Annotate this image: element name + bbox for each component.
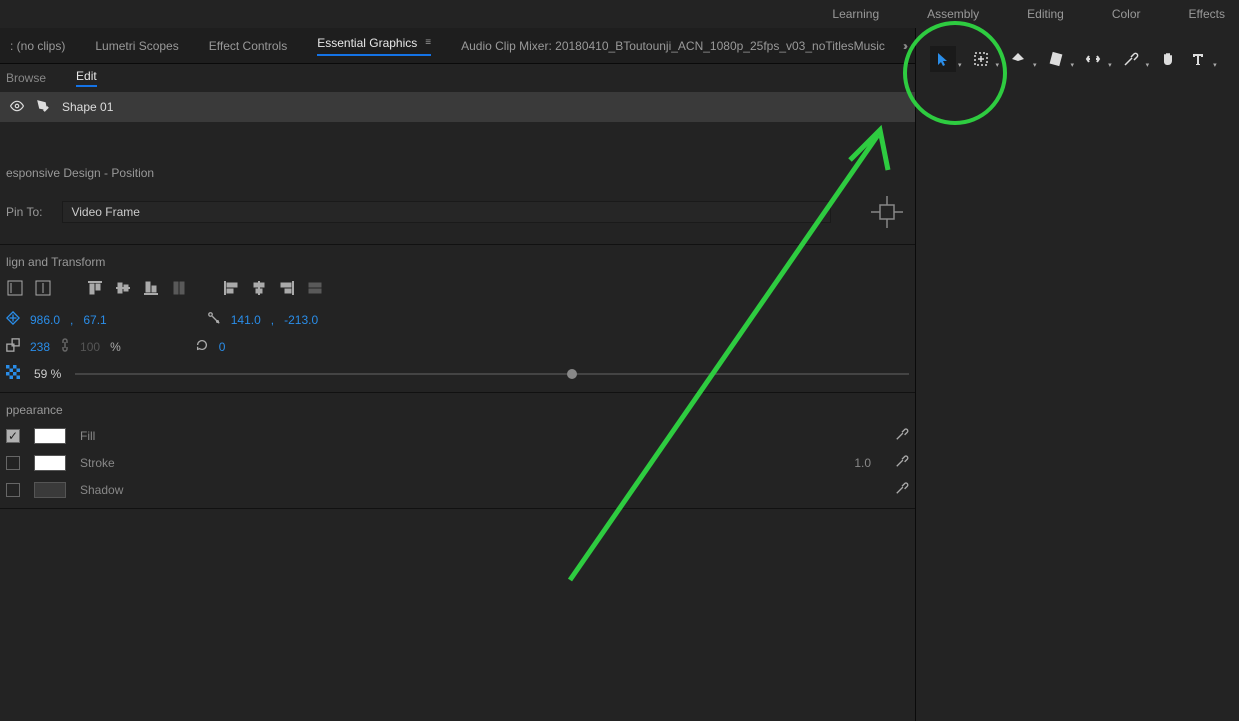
tab-audio-clip-mixer[interactable]: Audio Clip Mixer: 20180410_BToutounji_AC… (461, 39, 885, 53)
opacity-slider[interactable] (75, 373, 909, 375)
position-x[interactable]: 986.0 (30, 313, 60, 327)
shadow-label: Shadow (80, 483, 881, 497)
crop-tool-icon[interactable] (1080, 46, 1106, 72)
position-y[interactable]: 67.1 (83, 313, 106, 327)
tab-source[interactable]: : (no clips) (10, 39, 65, 53)
align-transform-section: lign and Transform 986.0, 67.1 (0, 245, 915, 393)
workspace-color[interactable]: Color (1108, 1, 1145, 27)
position-row: 986.0, 67.1 141.0, -213.0 (6, 311, 909, 328)
opacity-row: 59 % (6, 365, 909, 382)
pin-to-label: Pin To: (6, 205, 42, 219)
distribute-v-icon[interactable] (170, 279, 188, 297)
workspace-bar: Learning Assembly Editing Color Effects (0, 0, 1239, 28)
responsive-design-section: esponsive Design - Position Pin To: Vide… (0, 156, 915, 245)
stroke-swatch[interactable] (34, 455, 66, 471)
stroke-eyedropper-icon[interactable] (895, 454, 909, 471)
monitor-toolbar: ▾ ▾ ▾ ▾ ▾ ▾ ▾ (916, 28, 1239, 90)
stroke-label: Stroke (80, 456, 840, 470)
subtab-edit[interactable]: Edit (76, 69, 97, 87)
fill-label: Fill (80, 429, 881, 443)
align-middle-icon[interactable] (114, 279, 132, 297)
fill-checkbox[interactable]: ✓ (6, 429, 20, 443)
visibility-icon[interactable] (10, 99, 24, 116)
scale-icon[interactable] (6, 338, 20, 355)
align-header: lign and Transform (6, 255, 909, 269)
stroke-row: Stroke 1.0 (6, 454, 909, 471)
essential-graphics-panel: : (no clips) Lumetri Scopes Effect Contr… (0, 28, 915, 721)
vertical-type-tool-icon[interactable] (968, 46, 994, 72)
pen-tool-icon[interactable] (36, 99, 50, 116)
sub-tabs: Browse Edit (0, 64, 915, 92)
type-tool-icon[interactable] (1185, 46, 1211, 72)
rotation-icon[interactable] (195, 338, 209, 355)
pin-widget[interactable] (865, 190, 909, 234)
tab-label: Essential Graphics (317, 36, 417, 50)
shadow-row: Shadow (6, 481, 909, 498)
align-left-icon[interactable] (6, 279, 24, 297)
responsive-header: esponsive Design - Position (6, 166, 909, 180)
scale-value[interactable]: 238 (30, 340, 50, 354)
shadow-eyedropper-icon[interactable] (895, 481, 909, 498)
rotation-value[interactable]: 0 (219, 340, 226, 354)
tab-essential-graphics[interactable]: Essential Graphics ≡ (317, 36, 431, 56)
selection-tool-icon[interactable] (930, 46, 956, 72)
align-center-h-icon[interactable] (34, 279, 52, 297)
stroke-checkbox[interactable] (6, 456, 20, 470)
pin-to-select[interactable]: Video Frame (62, 201, 831, 223)
rectangle-tool-icon[interactable] (1043, 46, 1069, 72)
fill-swatch[interactable] (34, 428, 66, 444)
scale-locked: 100 (80, 340, 100, 354)
shadow-swatch[interactable] (34, 482, 66, 498)
anchor-x[interactable]: 141.0 (231, 313, 261, 327)
fill-row: ✓ Fill (6, 427, 909, 444)
align-top-icon[interactable] (86, 279, 104, 297)
tab-effect-controls[interactable]: Effect Controls (209, 39, 287, 53)
align-left2-icon[interactable] (222, 279, 240, 297)
stroke-width[interactable]: 1.0 (854, 456, 871, 470)
panel-menu-icon[interactable]: ≡ (425, 37, 431, 48)
align-center2-icon[interactable] (250, 279, 268, 297)
opacity-value[interactable]: 59 % (34, 367, 61, 381)
subtab-browse[interactable]: Browse (6, 71, 46, 85)
scale-row: 238 100 % 0 (6, 338, 909, 355)
opacity-icon[interactable] (6, 365, 20, 382)
workspace-effects[interactable]: Effects (1185, 1, 1229, 27)
shadow-checkbox[interactable] (6, 483, 20, 497)
fill-eyedropper-icon[interactable] (895, 427, 909, 444)
workspace-editing[interactable]: Editing (1023, 1, 1068, 27)
panel-overflow-icon[interactable]: ›› (903, 39, 905, 53)
workspace-assembly[interactable]: Assembly (923, 1, 983, 27)
appearance-section: ppearance ✓ Fill Stroke 1.0 Shadow (0, 393, 915, 509)
link-icon[interactable] (60, 338, 70, 355)
slider-thumb[interactable] (567, 369, 577, 379)
hand-tool-icon[interactable] (1155, 46, 1181, 72)
layer-name[interactable]: Shape 01 (62, 100, 113, 114)
align-bottom-icon[interactable] (142, 279, 160, 297)
anchor-y[interactable]: -213.0 (284, 313, 318, 327)
distribute-h-icon[interactable] (306, 279, 324, 297)
program-monitor-panel: ▾ ▾ ▾ ▾ ▾ ▾ ▾ (915, 28, 1239, 721)
align-icon-row (6, 279, 909, 297)
scale-unit: % (110, 340, 121, 354)
layer-row[interactable]: Shape 01 (0, 92, 915, 122)
anchor-icon[interactable] (207, 311, 221, 328)
pen-tool-icon[interactable] (1005, 46, 1031, 72)
eyedropper-tool-icon[interactable] (1118, 46, 1144, 72)
workspace-learning[interactable]: Learning (828, 1, 883, 27)
tab-lumetri[interactable]: Lumetri Scopes (95, 39, 178, 53)
align-right2-icon[interactable] (278, 279, 296, 297)
position-icon[interactable] (6, 311, 20, 328)
panel-tabs: : (no clips) Lumetri Scopes Effect Contr… (0, 28, 915, 64)
appearance-header: ppearance (6, 403, 909, 417)
